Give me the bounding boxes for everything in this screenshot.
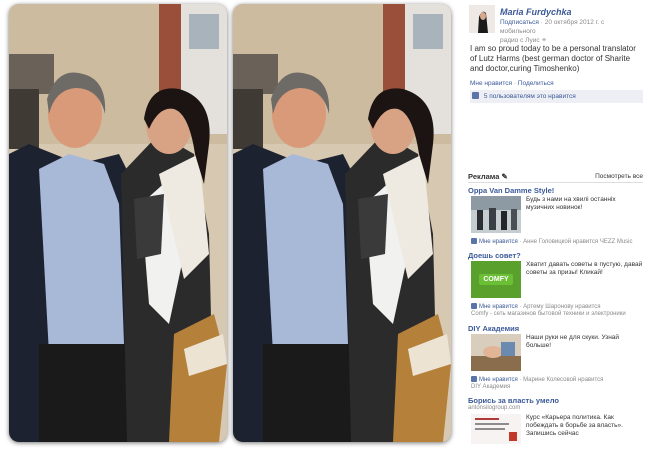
ad-item[interactable]: Борись за власть умело antonsilogroup.co… bbox=[468, 396, 643, 448]
ad-title[interactable]: Доешь совет? bbox=[468, 251, 643, 260]
photo-couple-image bbox=[233, 4, 451, 442]
share-link[interactable]: Поделиться bbox=[518, 80, 554, 87]
ad-like-row: Мне нравится · Артему Шаронову нравится bbox=[471, 303, 601, 310]
ad-text: Хватит давать советы в пустую, давай сов… bbox=[526, 261, 643, 276]
ad-sponsor: Comfy - сеть магазинов бытовой техники и… bbox=[471, 311, 626, 317]
ad-image[interactable]: COMFY bbox=[471, 261, 521, 298]
comfy-logo: COMFY bbox=[479, 274, 513, 285]
thumbs-up-icon bbox=[471, 303, 477, 309]
ad-image[interactable] bbox=[471, 414, 521, 444]
photo-couple-image bbox=[9, 4, 227, 442]
ad-image-graphic bbox=[471, 414, 521, 444]
ad-sponsor: DIY Академия bbox=[471, 384, 511, 390]
likes-count[interactable]: 5 пользователям это нравится bbox=[484, 93, 576, 100]
subscribe-link[interactable]: Подписаться bbox=[500, 19, 539, 26]
ad-like-note: · Анне Головицкой нравится ЧЕZZ Music bbox=[517, 239, 633, 245]
ad-like-link[interactable]: Мне нравится bbox=[479, 239, 518, 245]
ad-like-note: · Марине Колесовой нравится bbox=[517, 377, 604, 383]
avatar-image bbox=[469, 5, 495, 33]
likes-bar: 5 пользователям это нравится bbox=[470, 90, 643, 103]
like-link[interactable]: Мне нравится bbox=[470, 80, 512, 87]
ad-like-note: · Артему Шаронову нравится bbox=[517, 304, 601, 310]
avatar[interactable] bbox=[469, 5, 495, 33]
author-name[interactable]: Maria Furdychka bbox=[500, 7, 572, 17]
post-text: I am so proud today to be a personal tra… bbox=[470, 44, 636, 73]
post-meta: Подписаться · 20 октября 2012 г. с мобил… bbox=[500, 18, 640, 45]
ad-text: Будь з нами на хвилі останніх музичних н… bbox=[526, 196, 616, 211]
ad-item[interactable]: Доешь совет? COMFY Хватит давать советы … bbox=[468, 251, 643, 321]
ad-text: Наши руки не для скуки. Узнай больше! bbox=[526, 334, 620, 349]
photo-right[interactable] bbox=[233, 4, 451, 442]
ad-image[interactable] bbox=[471, 196, 521, 233]
ad-like-row: Мне нравится · Анне Головицкой нравится … bbox=[471, 238, 633, 245]
ad-item[interactable]: DIY Академия Наши руки не для скуки. Узн… bbox=[468, 324, 643, 392]
edit-icon: ✎ bbox=[501, 172, 508, 181]
photo-left[interactable] bbox=[9, 4, 227, 442]
thumbs-up-icon bbox=[472, 92, 479, 99]
ad-title[interactable]: DIY Академия bbox=[468, 324, 643, 333]
post-source: радио с Луис bbox=[500, 37, 540, 44]
thumbs-up-icon bbox=[471, 376, 477, 382]
ad-like-row: Мне нравится · Марине Колесовой нравится bbox=[471, 376, 603, 383]
ad-title[interactable]: Oppa Van Damme Style! bbox=[468, 186, 643, 195]
post-actions: Мне нравится · Поделиться bbox=[470, 80, 554, 87]
ad-item[interactable]: Oppa Van Damme Style! Будь з нами на хви… bbox=[468, 186, 643, 248]
globe-icon: ⚭ bbox=[541, 37, 547, 44]
ad-image-graphic bbox=[471, 334, 521, 371]
ads-title: Реклама ✎ bbox=[468, 172, 508, 181]
ad-image[interactable] bbox=[471, 334, 521, 371]
ad-like-link[interactable]: Мне нравится bbox=[479, 304, 518, 310]
thumbs-up-icon bbox=[471, 238, 477, 244]
ad-text: Курс «Карьера политика. Как побеждать в … bbox=[526, 414, 623, 437]
ad-title[interactable]: Борись за власть умело bbox=[468, 396, 643, 405]
post-header: Maria Furdychka Подписаться · 20 октября… bbox=[465, 3, 647, 45]
ad-image-graphic bbox=[471, 196, 521, 233]
ad-like-link[interactable]: Мне нравится bbox=[479, 377, 518, 383]
sidebar-panel: Maria Furdychka Подписаться · 20 октября… bbox=[465, 0, 647, 450]
ads-see-all-link[interactable]: Посмотреть все bbox=[595, 173, 643, 180]
ads-header: Реклама ✎ Посмотреть все bbox=[468, 172, 643, 183]
ad-domain: antonsilogroup.com bbox=[468, 405, 521, 411]
